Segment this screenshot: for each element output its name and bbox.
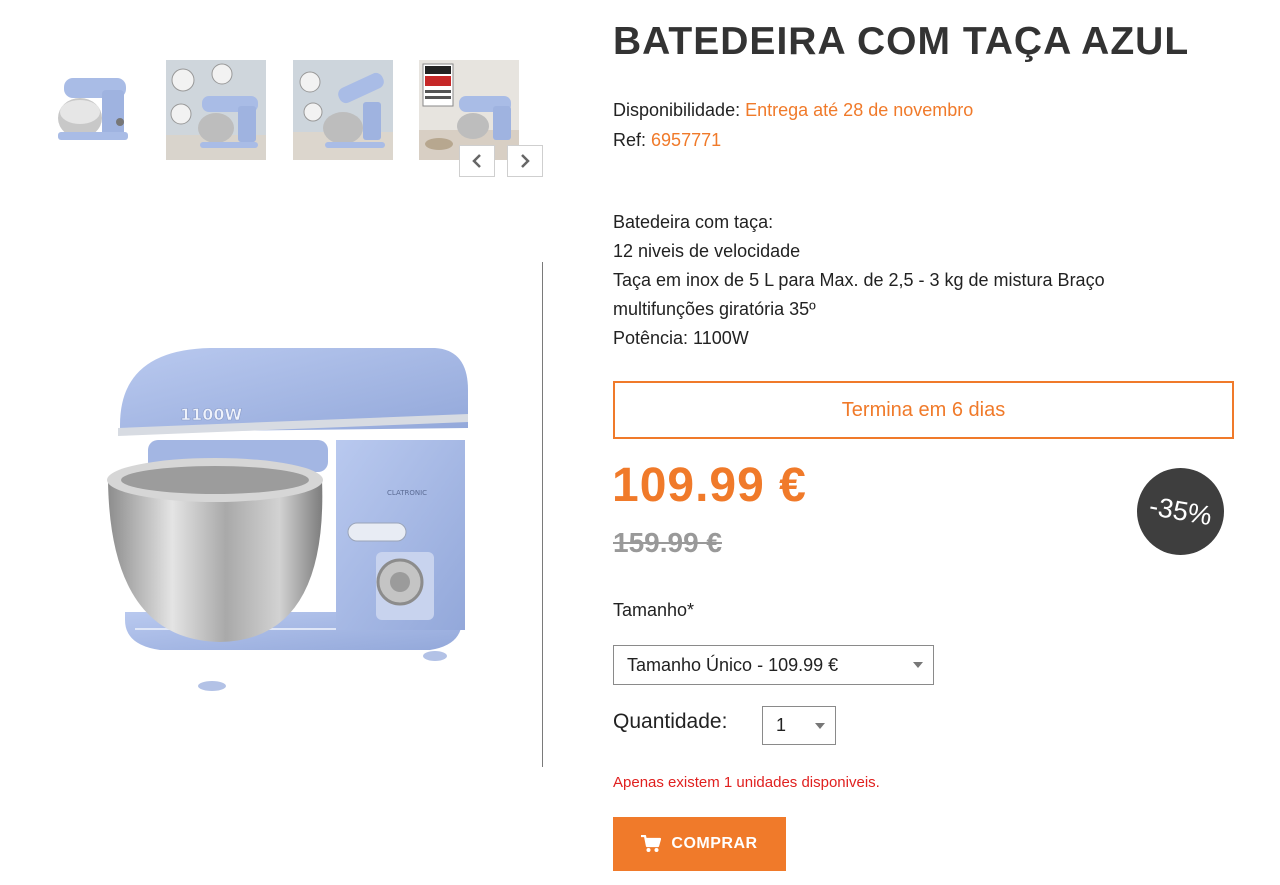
availability-line: Disponibilidade: Entrega até 28 de novem…: [613, 100, 973, 121]
discount-text: -35%: [1146, 490, 1215, 532]
availability-label: Disponibilidade:: [613, 100, 741, 120]
description-line: Potência: 1100W: [613, 328, 749, 348]
quantity-label: Quantidade:: [613, 710, 728, 733]
chevron-down-icon: [913, 662, 923, 668]
size-label: Tamanho*: [613, 600, 695, 620]
quantity-select[interactable]: 1: [762, 706, 836, 745]
thumbnail-1[interactable]: [40, 60, 140, 160]
availability-value: Entrega até 28 de novembro: [745, 100, 974, 120]
buy-button-label: COMPRAR: [671, 835, 758, 852]
offer-countdown: Termina em 6 dias: [613, 381, 1234, 439]
mixer-thumbnail-image: [40, 60, 140, 160]
gallery-divider: [542, 262, 543, 767]
size-select-value: Tamanho Único - 109.99 €: [627, 654, 839, 675]
chevron-right-icon: [521, 154, 530, 168]
chevron-left-icon: [472, 154, 481, 168]
description-line: multifunções giratória 35º: [613, 299, 816, 319]
stock-warning: Apenas existem 1 unidades disponiveis.: [613, 774, 880, 791]
buy-button[interactable]: COMPRAR: [613, 817, 786, 871]
old-price: 159.99 €: [613, 527, 722, 558]
mixer-accessories-thumbnail-image: [166, 60, 266, 160]
quantity-select-value: 1: [776, 715, 787, 735]
reference-value: 6957771: [651, 130, 722, 150]
size-select[interactable]: Tamanho Único - 109.99 €: [613, 645, 934, 685]
thumbnail-2[interactable]: [166, 60, 266, 160]
description-line: Batedeira com taça:: [613, 212, 774, 232]
thumbnail-prev-button[interactable]: [459, 145, 495, 177]
product-model-text: 1100W: [180, 405, 243, 424]
chevron-down-icon: [815, 723, 825, 729]
reference-label: Ref:: [613, 130, 647, 150]
product-description: Batedeira com taça: 12 niveis de velocid…: [613, 208, 1173, 353]
product-main-image: 1100W CLATRONIC: [107, 348, 468, 691]
discount-badge: -35%: [1137, 468, 1224, 555]
description-line: Taça em inox de 5 L para Max. de 2,5 - 3…: [613, 270, 1105, 290]
mixer-open-thumbnail-image: [293, 60, 393, 160]
thumbnail-next-button[interactable]: [507, 145, 543, 177]
product-brand-text: CLATRONIC: [387, 489, 427, 497]
description-line: 12 niveis de velocidade: [613, 241, 801, 261]
reference-line: Ref: 6957771: [613, 130, 721, 151]
cart-icon: [641, 835, 662, 852]
thumbnail-3[interactable]: [293, 60, 393, 160]
product-title: BATEDEIRA COM TAÇA AZUL: [613, 20, 1190, 63]
current-price: 109.99 €: [612, 459, 807, 512]
